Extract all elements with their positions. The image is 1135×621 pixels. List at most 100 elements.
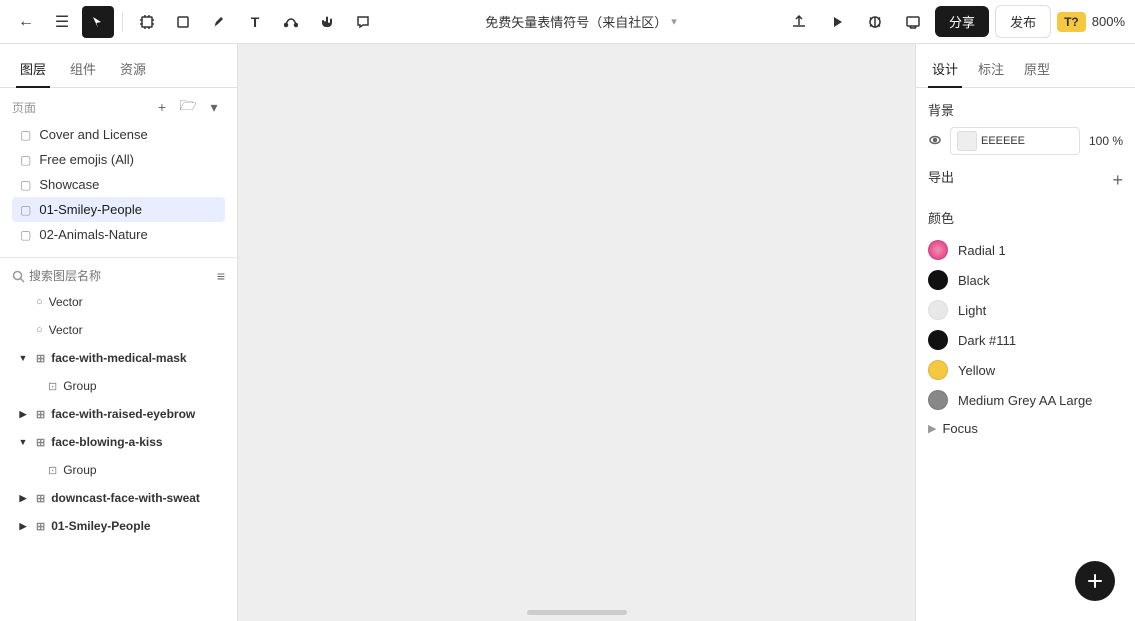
background-section: 背景 EEEEEE 100 % [928,100,1123,155]
bg-opacity: 100 % [1088,134,1123,148]
page-item-cover[interactable]: ▢ Cover and License [12,122,225,147]
page-item-showcase[interactable]: ▢ Showcase [12,172,225,197]
document-title[interactable]: 免费矢量表情符号（来自社区） ▾ [383,12,779,31]
color-item-yellow[interactable]: Yellow [928,355,1123,385]
layer-name: Vector [49,295,225,309]
path-tool-button[interactable] [275,6,307,38]
layer-item[interactable]: ▼ ⊞ face-blowing-a-kiss [0,428,237,456]
search-input[interactable] [29,269,213,283]
tab-prototype[interactable]: 原型 [1020,51,1054,88]
pen-tool-button[interactable] [203,6,235,38]
layer-name: face-with-raised-eyebrow [51,407,225,421]
comment-tool-button[interactable] [347,6,379,38]
canvas-area[interactable] [238,44,915,621]
tab-layers[interactable]: 图层 [16,51,50,88]
expand-icon: ▶ [16,491,30,505]
colors-section: 颜色 Radial 1 Black Light [928,208,1123,415]
color-item-radial1[interactable]: Radial 1 [928,235,1123,265]
upload-button[interactable] [783,6,815,38]
layer-list: ○ Vector ○ Vector ▼ ⊞ face-with-medical-… [0,288,237,621]
right-sidebar: 设计 标注 原型 背景 EEEEEE 100 [915,44,1135,621]
menu-button[interactable]: ☰ [46,6,78,38]
expand-pages-button[interactable]: ▾ [203,96,225,118]
layer-item[interactable]: ⊡ Group [0,456,237,484]
color-dot [928,390,948,410]
toolbar-right: 分享 发布 T? 800% [783,5,1125,38]
export-section: 导出 + [928,167,1123,194]
color-item-dark111[interactable]: Dark #111 [928,325,1123,355]
share-button[interactable]: 分享 [935,6,989,37]
layer-name: face-with-medical-mask [51,351,225,365]
page-item-smiley[interactable]: ▢ 01-Smiley-People [12,197,225,222]
layer-type-icon: ○ [36,324,43,336]
pages-section: 页面 + 🗁 ▾ ▢ Cover and License ▢ Free emoj… [0,88,237,251]
page-icon: ▢ [20,203,31,217]
search-icon [12,270,25,283]
layer-name: face-blowing-a-kiss [51,435,225,449]
color-item-black[interactable]: Black [928,265,1123,295]
visibility-icon[interactable] [928,133,942,150]
layer-type-icon: ⊞ [36,520,45,533]
page-item-animals[interactable]: ▢ 02-Animals-Nature [12,222,225,247]
horizontal-scrollbar[interactable] [527,610,627,615]
layer-item[interactable]: ▶ ⊞ downcast-face-with-sweat [0,484,237,512]
focus-row[interactable]: ▶ Focus [928,415,1123,442]
color-item-light[interactable]: Light [928,295,1123,325]
layer-item[interactable]: ○ Vector [0,316,237,344]
expand-icon [28,379,42,393]
page-item-free-emojis[interactable]: ▢ Free emojis (All) [12,147,225,172]
shape-tool-button[interactable] [167,6,199,38]
color-name: Medium Grey AA Large [958,393,1092,408]
right-content: 背景 EEEEEE 100 % 导出 [916,88,1135,561]
layer-name: Vector [49,323,225,337]
expand-icon: ▼ [16,435,30,449]
back-button[interactable]: ← [10,6,42,38]
expand-icon [16,323,30,337]
layer-item[interactable]: ▶ ⊞ 01-Smiley-People [0,512,237,540]
color-name: Black [958,273,990,288]
layer-name: Group [63,379,225,393]
layer-item[interactable]: ▼ ⊞ face-with-medical-mask [0,344,237,372]
tab-mark[interactable]: 标注 [974,51,1008,88]
toolbar: ← ☰ T 免费矢量表情符号（来自社区） [0,0,1135,44]
page-icon: ▢ [20,153,31,167]
search-bar: ≡ [0,264,237,288]
float-button[interactable] [1075,561,1115,601]
layer-type-icon: ○ [36,296,43,308]
add-export-button[interactable]: + [1112,170,1123,191]
screen-button[interactable] [897,6,929,38]
color-item-medium-grey[interactable]: Medium Grey AA Large [928,385,1123,415]
hand-tool-button[interactable] [311,6,343,38]
text-tool-button[interactable]: T [239,6,271,38]
add-page-button[interactable]: + [151,96,173,118]
color-dot [928,360,948,380]
play-button[interactable] [821,6,853,38]
right-tabs: 设计 标注 原型 [916,44,1135,88]
layer-item[interactable]: ○ Vector [0,288,237,316]
frame-tool-button[interactable] [131,6,163,38]
color-dot [928,300,948,320]
expand-icon: ▼ [16,351,30,365]
layer-item[interactable]: ▶ ⊞ face-with-raised-eyebrow [0,400,237,428]
sidebar-tabs: 图层 组件 资源 [0,44,237,88]
folder-page-button[interactable]: 🗁 [177,96,199,118]
expand-icon: ▶ [16,407,30,421]
filter-icon[interactable]: ≡ [217,268,225,284]
color-name: Radial 1 [958,243,1006,258]
tab-design[interactable]: 设计 [928,51,962,88]
bg-color-control[interactable]: EEEEEE [950,127,1080,155]
bg-color-swatch[interactable] [957,131,977,151]
publish-button[interactable]: 发布 [995,5,1051,38]
mirror-button[interactable] [859,6,891,38]
expand-icon: ▶ [16,519,30,533]
pages-header: 页面 + 🗁 ▾ [12,96,225,118]
layer-item[interactable]: ⊡ Group [0,372,237,400]
zoom-badge: T? [1057,12,1086,32]
color-name: Light [958,303,986,318]
pages-actions: + 🗁 ▾ [151,96,225,118]
tab-components[interactable]: 组件 [66,51,100,88]
page-icon: ▢ [20,128,31,142]
select-tool-button[interactable] [82,6,114,38]
export-row: 导出 + [928,167,1123,194]
tab-assets[interactable]: 资源 [116,51,150,88]
